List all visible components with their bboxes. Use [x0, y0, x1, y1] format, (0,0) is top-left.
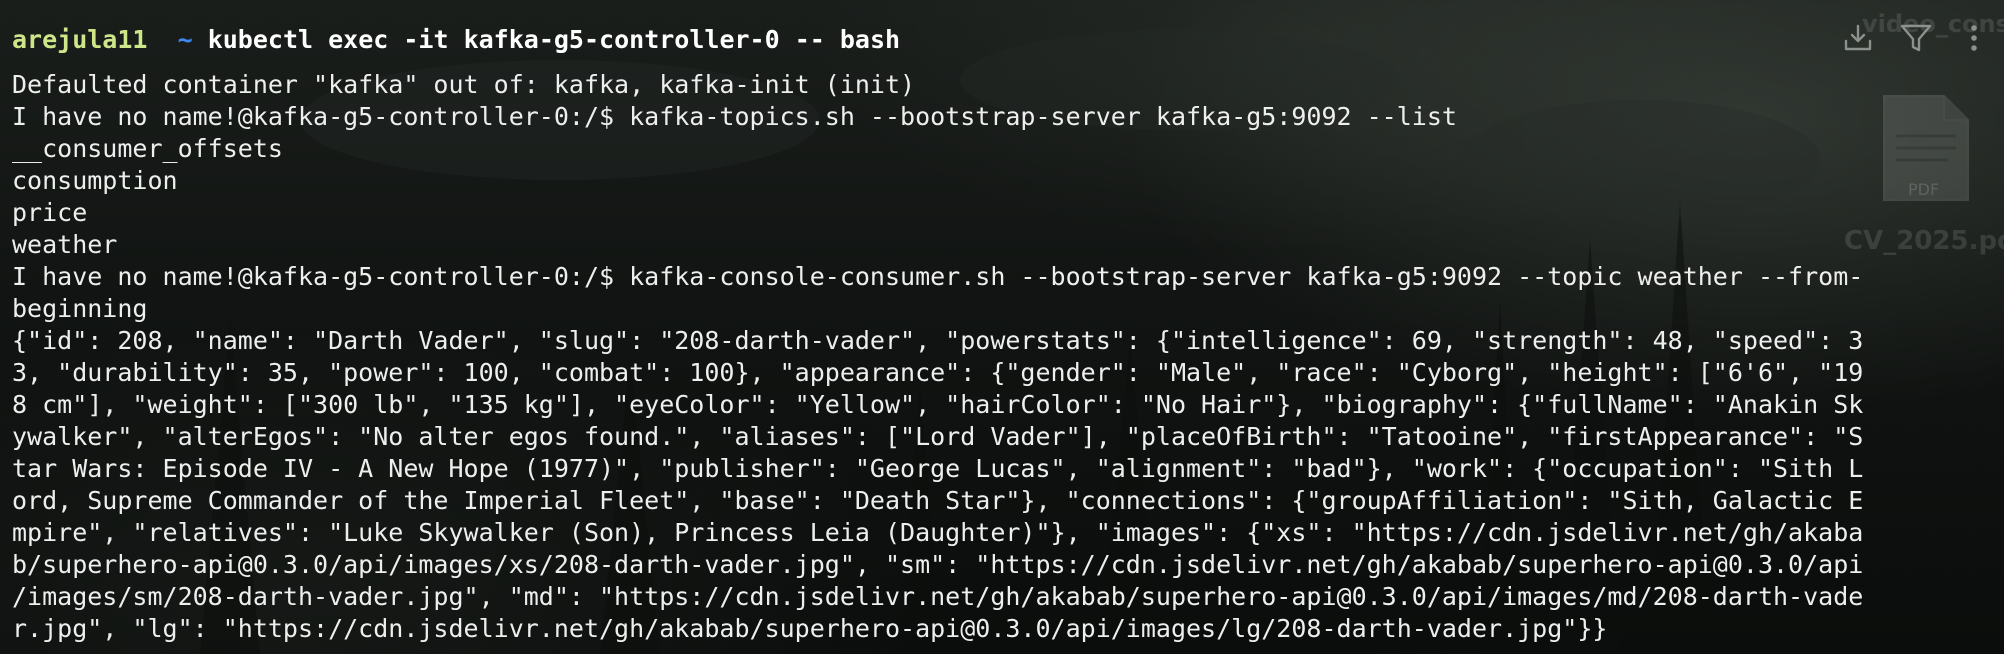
json-output-line: mpire", "relatives": "Luke Skywalker (So…: [12, 518, 1864, 547]
json-output-line: /images/sm/208-darth-vader.jpg", "md": "…: [12, 582, 1864, 611]
json-output-line: 8 cm"], "weight": ["300 lb", "135 kg"], …: [12, 390, 1864, 419]
prompt-command: kubectl exec -it kafka-g5-controller-0 -…: [207, 25, 901, 54]
json-output-line: ywalker", "alterEgos": "No alter egos fo…: [12, 422, 1864, 451]
prompt-directory: ~: [177, 25, 193, 54]
output-line: price: [12, 198, 88, 227]
terminal-toolbar: [1840, 20, 1992, 56]
json-output-line: 3, "durability": 35, "power": 100, "comb…: [12, 358, 1864, 387]
filter-button[interactable]: [1898, 20, 1934, 56]
json-output-line: tar Wars: Episode IV - A New Hope (1977)…: [12, 454, 1864, 483]
filter-icon: [1900, 24, 1932, 52]
json-output-line: {"id": 208, "name": "Darth Vader", "slug…: [12, 326, 1864, 355]
shell-prompt-line: arejula11 ~ kubectl exec -it kafka-g5-co…: [12, 24, 1992, 56]
json-output-line: b/superhero-api@0.3.0/api/images/xs/208-…: [12, 550, 1864, 579]
output-line: weather: [12, 230, 118, 259]
output-line: I have no name!@kafka-g5-controller-0:/$…: [12, 102, 1457, 131]
more-vertical-icon: [1971, 25, 1977, 51]
download-icon: [1844, 24, 1872, 51]
output-line: Defaulted container "kafka" out of: kafk…: [12, 70, 916, 99]
download-button[interactable]: [1840, 20, 1876, 56]
more-options-button[interactable]: [1956, 20, 1992, 56]
prompt-user: arejula11: [12, 25, 148, 54]
json-output-line: r.jpg", "lg": "https://cdn.jsdelivr.net/…: [12, 614, 1608, 643]
json-output-line: ord, Supreme Commander of the Imperial F…: [12, 486, 1864, 515]
output-line: consumption: [12, 166, 178, 195]
output-line: I have no name!@kafka-g5-controller-0:/$…: [12, 262, 1864, 291]
output-line: beginning: [12, 294, 148, 323]
terminal-output[interactable]: arejula11 ~ kubectl exec -it kafka-g5-co…: [12, 24, 1992, 645]
output-line: __consumer_offsets: [12, 134, 283, 163]
